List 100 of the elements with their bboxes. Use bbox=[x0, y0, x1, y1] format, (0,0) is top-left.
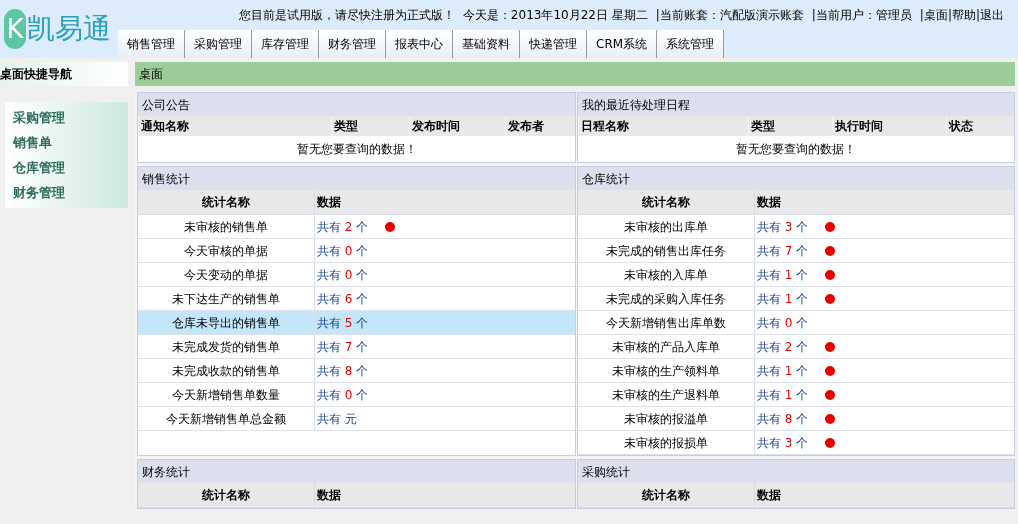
table-cell-text: 未下达生产的销售单 bbox=[171, 290, 281, 308]
sidebar-item[interactable]: 财务管理 bbox=[5, 180, 128, 205]
stats-row[interactable]: 未完成的采购入库任务 共有 1 个 bbox=[578, 287, 1014, 311]
stats-row[interactable]: 未完成发货的销售单 共有 7 个 bbox=[138, 335, 575, 359]
stats-row[interactable]: 未审核的销售单 共有 2 个 bbox=[138, 215, 575, 239]
table-cell-text: 未审核的报损单 bbox=[623, 434, 709, 452]
menu-tab[interactable]: 系统管理 bbox=[657, 30, 725, 58]
table-cell-text: 仓库未导出的销售单 bbox=[171, 314, 281, 332]
stats-row[interactable]: 未审核的报溢单 共有 8 个 bbox=[578, 407, 1014, 431]
logo-letter: K bbox=[4, 9, 26, 49]
header-link[interactable]: |桌面 bbox=[919, 6, 948, 24]
table-cell-text: 未完成收款的销售单 bbox=[171, 362, 281, 380]
stats-row[interactable]: 未完成的销售出库任务 共有 7 个 bbox=[578, 239, 1014, 263]
stats-row[interactable]: 未审核的报损单 共有 3 个 bbox=[578, 431, 1014, 455]
sidebar-item[interactable]: 仓库管理 bbox=[5, 155, 128, 180]
menu-tab[interactable]: 基础资料 bbox=[453, 30, 520, 58]
menu-tab[interactable]: 销售管理 bbox=[118, 30, 185, 58]
panel-title: 采购统计 bbox=[582, 463, 630, 481]
table-cell-text: 共有 0 个 bbox=[317, 386, 370, 404]
menu-tab[interactable]: 快递管理 bbox=[520, 30, 587, 58]
column-header: 通知名称 bbox=[138, 116, 331, 136]
stats-row[interactable]: 未下达生产的销售单 共有 6 个 bbox=[138, 287, 575, 311]
stats-row[interactable]: 未审核的入库单 共有 1 个 bbox=[578, 263, 1014, 287]
stats-row[interactable]: 仓库未导出的销售单 共有 5 个 bbox=[138, 311, 575, 335]
column-header: 数据 bbox=[754, 483, 1014, 507]
table-cell-text: 共有 7 个 bbox=[317, 338, 370, 356]
column-header: 统计名称 bbox=[641, 194, 691, 211]
column-header: 类型 bbox=[331, 116, 409, 136]
table-cell-text: 共有 6 个 bbox=[317, 290, 370, 308]
date-text: 今天是：2013年10月22日 星期二 bbox=[462, 7, 648, 24]
stats-row[interactable]: 今天新增销售单数量 共有 0 个 bbox=[138, 383, 575, 407]
table-cell-text: 共有 0 个 bbox=[317, 266, 370, 284]
table-cell-text: 共有 1 个 bbox=[757, 266, 810, 284]
stats-row[interactable]: 今天变动的单据 共有 0 个 bbox=[138, 263, 575, 287]
column-header: 类型 bbox=[748, 116, 832, 136]
empty-message: 暂无您要查询的数据！ bbox=[736, 141, 856, 158]
stats-row[interactable]: 未审核的产品入库单 共有 2 个 bbox=[578, 335, 1014, 359]
stats-row[interactable]: 未审核的出库单 共有 3 个 bbox=[578, 215, 1014, 239]
stats-row[interactable]: 今天新增销售出库单数 共有 0 个 bbox=[578, 311, 1014, 335]
column-header: 数据 bbox=[314, 190, 575, 214]
table-cell-text: 今天新增销售单总金额 bbox=[165, 410, 287, 428]
menu-tab[interactable]: 采购管理 bbox=[185, 30, 252, 58]
table-cell-text: 共有 8 个 bbox=[757, 410, 810, 428]
table-cell-text: 共有 1 个 bbox=[757, 362, 810, 380]
header-link[interactable]: |帮助 bbox=[947, 6, 976, 24]
sidebar-title: 桌面快捷导航 bbox=[0, 66, 72, 83]
table-cell-text: 今天新增销售出库单数 bbox=[605, 314, 727, 332]
table-cell-text: 共有 2 个 bbox=[317, 218, 370, 236]
panel-title: 仓库统计 bbox=[582, 170, 630, 188]
menu-tab[interactable]: 库存管理 bbox=[252, 30, 319, 58]
account-text: |当前账套：汽配版演示账套 bbox=[655, 7, 804, 24]
table-cell-text: 共有 1 个 bbox=[757, 386, 810, 404]
panel-title: 销售统计 bbox=[142, 170, 190, 188]
table-cell-text: 共有 5 个 bbox=[317, 314, 370, 332]
table-cell-text: 今天审核的单据 bbox=[183, 242, 269, 260]
table-cell-text: 未审核的出库单 bbox=[623, 218, 709, 236]
table-cell-text: 未完成的销售出库任务 bbox=[605, 242, 727, 260]
table-cell-text: 共有 0 个 bbox=[317, 242, 370, 260]
menu-tab[interactable]: 财务管理 bbox=[319, 30, 386, 58]
column-header: 执行时间 bbox=[832, 116, 946, 136]
table-cell-text: 未审核的报溢单 bbox=[623, 410, 709, 428]
table-cell-text: 今天新增销售单数量 bbox=[171, 386, 281, 404]
menu-tab[interactable]: 报表中心 bbox=[386, 30, 453, 58]
table-cell-text: 共有 3 个 bbox=[757, 434, 810, 452]
table-cell-text: 共有 8 个 bbox=[317, 362, 370, 380]
column-header: 日程名称 bbox=[578, 116, 748, 136]
header-link[interactable]: |退出 bbox=[975, 6, 1004, 24]
panel-title: 我的最近待处理日程 bbox=[582, 96, 690, 114]
sidebar-item[interactable]: 采购管理 bbox=[5, 105, 128, 130]
table-cell-text: 共有 元 bbox=[317, 410, 358, 428]
column-header: 发布者 bbox=[505, 116, 575, 136]
table-cell-text: 共有 2 个 bbox=[757, 338, 810, 356]
stats-row[interactable]: 未审核的生产领料单 共有 1 个 bbox=[578, 359, 1014, 383]
table-cell-text: 共有 0 个 bbox=[757, 314, 810, 332]
sidebar-item[interactable]: 销售单 bbox=[5, 130, 128, 155]
column-header: 统计名称 bbox=[641, 487, 691, 504]
table-cell-text: 共有 3 个 bbox=[757, 218, 810, 236]
trial-notice: 您目前是试用版，请尽快注册为正式版！ bbox=[238, 7, 455, 24]
table-cell-text: 共有 1 个 bbox=[757, 290, 810, 308]
table-cell-text: 今天变动的单据 bbox=[183, 266, 269, 284]
table-cell-text: 未审核的入库单 bbox=[623, 266, 709, 284]
user-text: |当前用户：管理员 bbox=[811, 7, 912, 24]
stats-row[interactable]: 今天新增销售单总金额 共有 元 bbox=[138, 407, 575, 431]
menu-tab[interactable]: CRM系统 bbox=[587, 30, 658, 58]
empty-message: 暂无您要查询的数据！ bbox=[296, 141, 417, 158]
table-cell-text: 未完成的采购入库任务 bbox=[605, 290, 727, 308]
column-header: 发布时间 bbox=[409, 116, 505, 136]
stats-row[interactable]: 未审核的生产退料单 共有 1 个 bbox=[578, 383, 1014, 407]
column-header: 统计名称 bbox=[201, 487, 251, 504]
logo-text: 凯易通 bbox=[27, 11, 111, 47]
table-cell-text: 未审核的生产领料单 bbox=[611, 362, 721, 380]
column-header: 状态 bbox=[946, 116, 1014, 136]
table-cell-text: 未审核的产品入库单 bbox=[611, 338, 721, 356]
column-header: 数据 bbox=[754, 190, 1014, 214]
table-cell-text: 未完成发货的销售单 bbox=[171, 338, 281, 356]
stats-row[interactable]: 未完成收款的销售单 共有 8 个 bbox=[138, 359, 575, 383]
table-cell-text: 未审核的销售单 bbox=[183, 218, 269, 236]
stats-row[interactable]: 今天审核的单据 共有 0 个 bbox=[138, 239, 575, 263]
table-cell-text: 未审核的生产退料单 bbox=[611, 386, 721, 404]
column-header: 数据 bbox=[314, 483, 575, 507]
